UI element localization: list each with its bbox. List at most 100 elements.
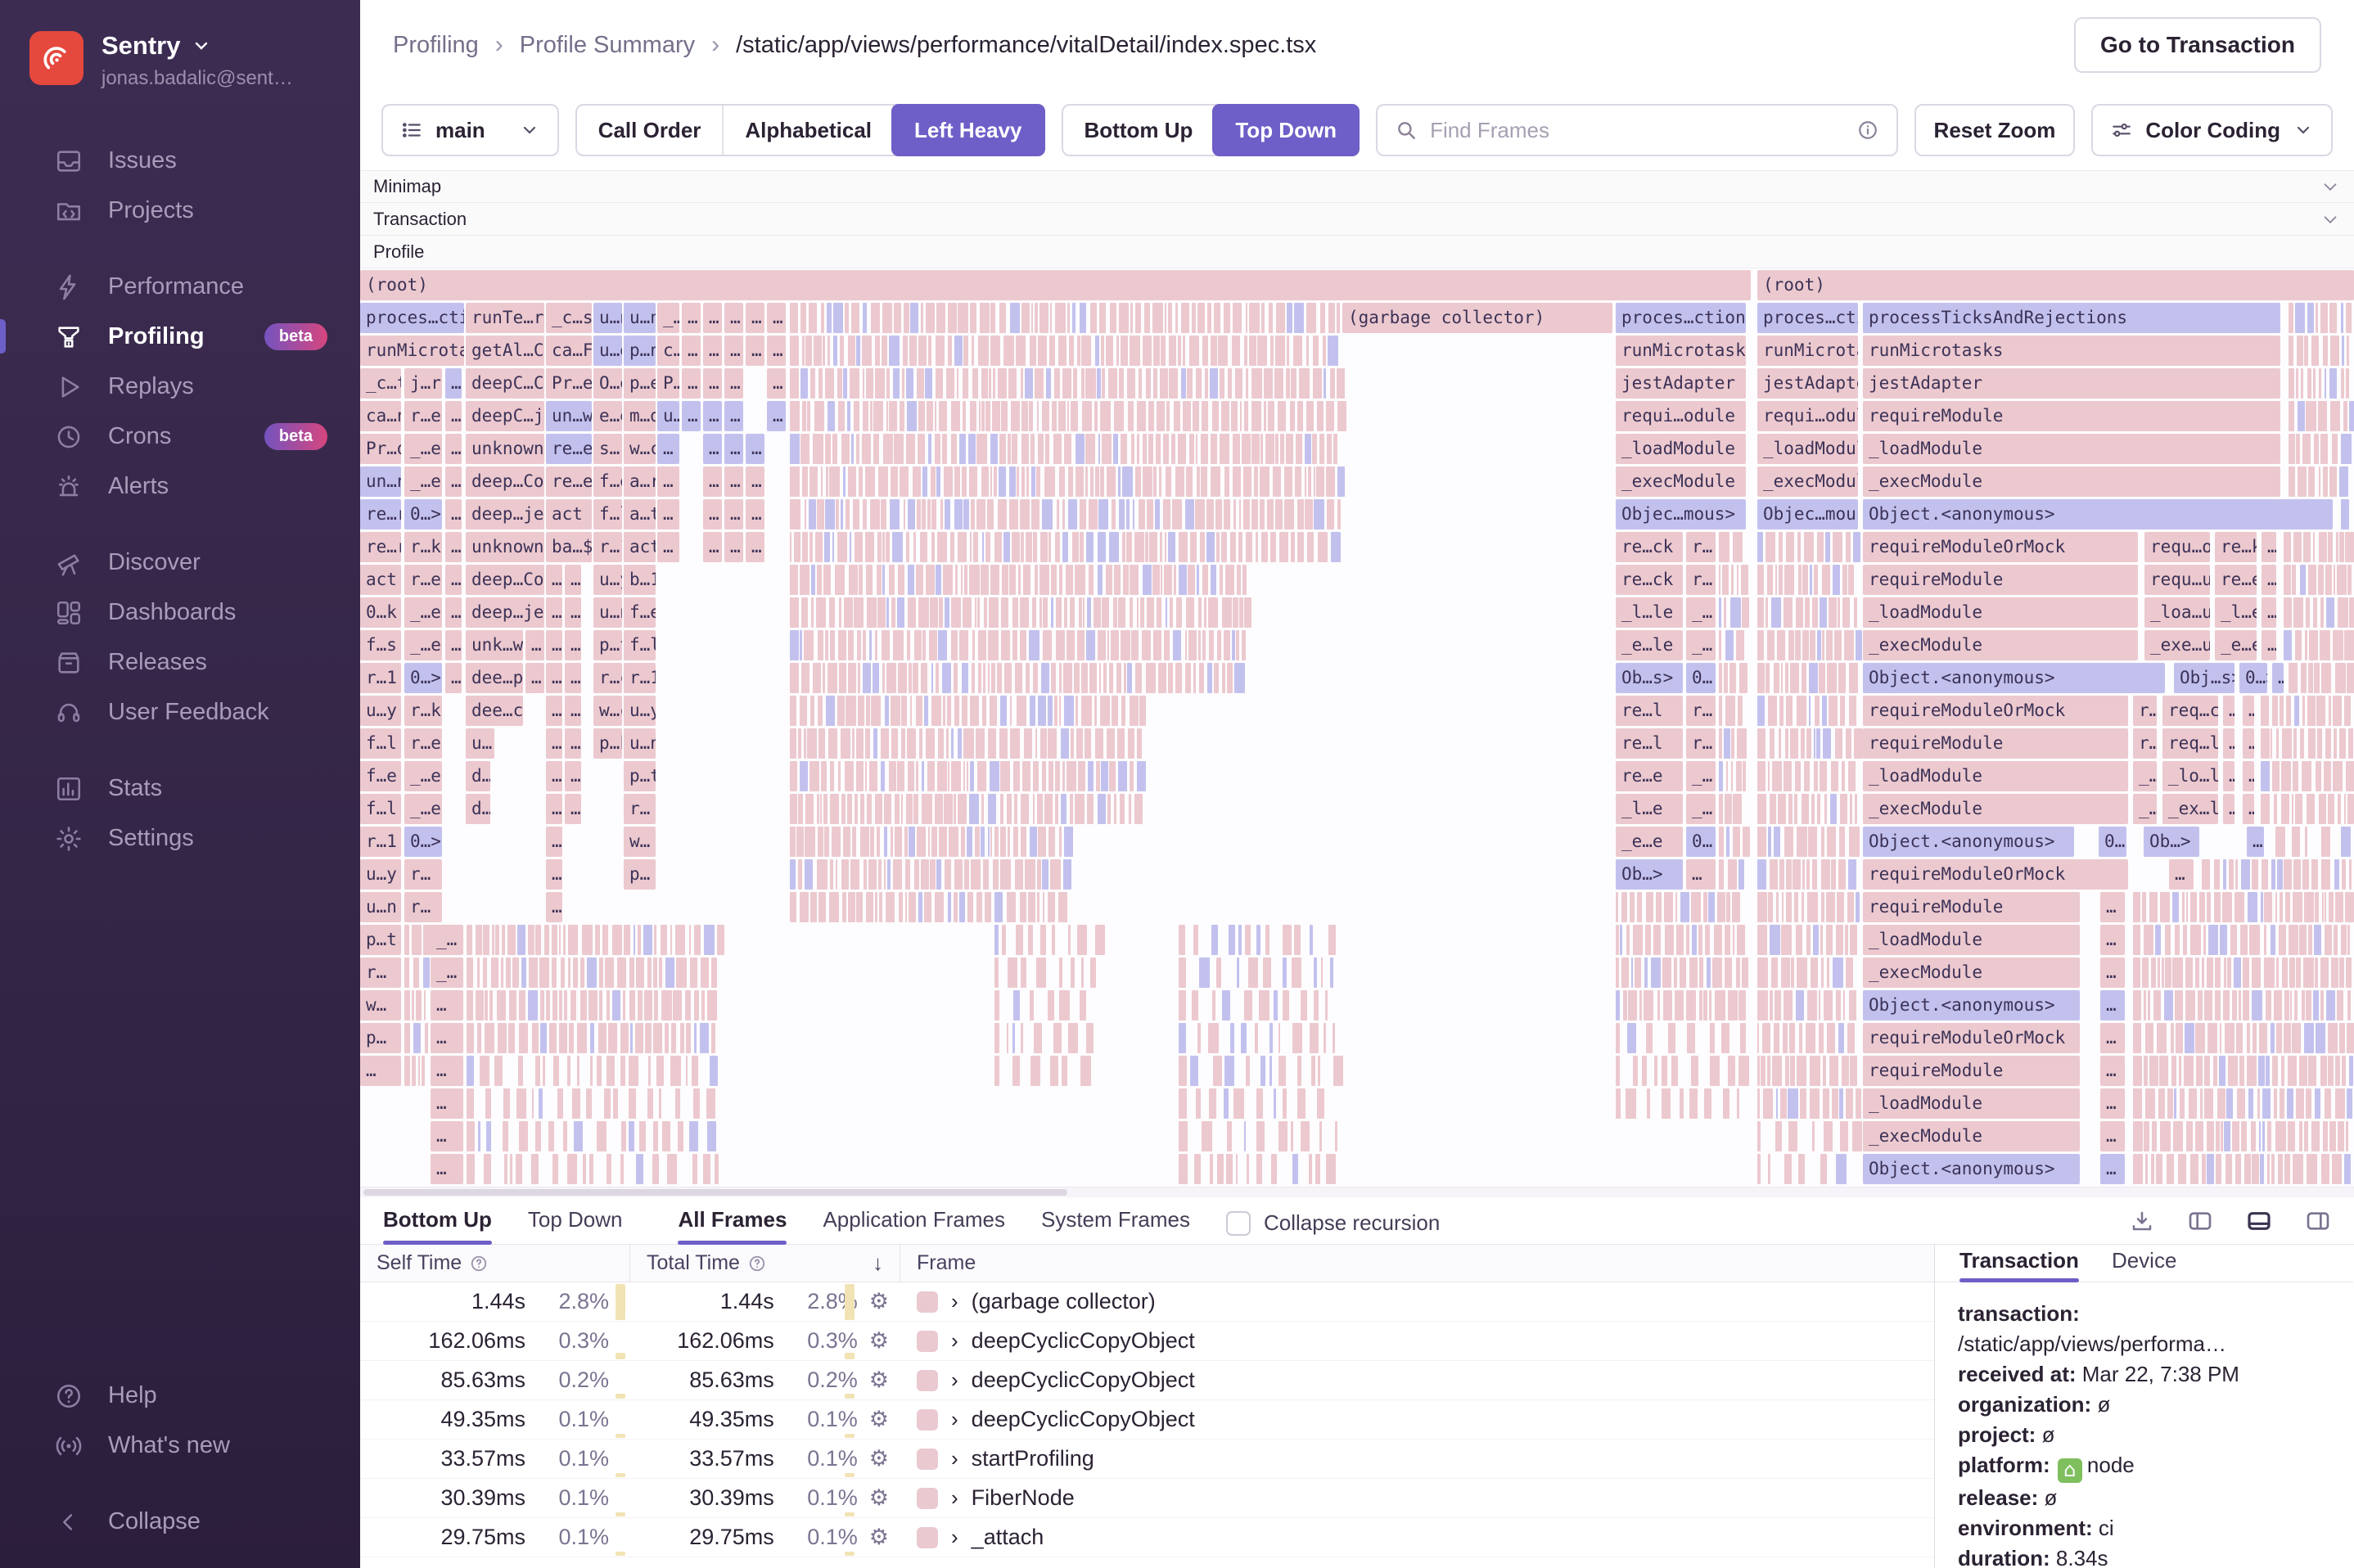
flamegraph-frame[interactable] bbox=[494, 1056, 503, 1086]
flamegraph-frame[interactable] bbox=[1710, 1023, 1715, 1053]
flamegraph-frame[interactable] bbox=[1306, 336, 1309, 366]
flamegraph-frame[interactable] bbox=[1058, 696, 1061, 726]
flamegraph-frame[interactable] bbox=[870, 499, 880, 529]
flamegraph-frame[interactable] bbox=[1210, 336, 1217, 366]
flamegraph-frame[interactable] bbox=[2304, 1023, 2315, 1053]
flamegraph-frame[interactable] bbox=[2327, 794, 2334, 824]
flamegraph-frame[interactable] bbox=[1147, 499, 1153, 529]
flamegraph-frame[interactable] bbox=[828, 401, 835, 431]
flamegraph-frame[interactable] bbox=[1172, 499, 1182, 529]
flamegraph-frame[interactable] bbox=[863, 401, 868, 431]
flamegraph-frame[interactable] bbox=[2308, 925, 2312, 955]
flamegraph-frame[interactable] bbox=[1232, 434, 1240, 464]
flamegraph-frame[interactable]: requireModuleOrMock bbox=[1863, 1023, 2080, 1053]
flamegraph-frame[interactable] bbox=[1804, 761, 1810, 791]
flamegraph-frame[interactable] bbox=[1775, 892, 1779, 922]
flamegraph-frame[interactable] bbox=[828, 597, 835, 628]
flamegraph-frame[interactable] bbox=[2338, 1023, 2345, 1053]
flamegraph-frame[interactable] bbox=[1019, 630, 1027, 660]
flamegraph-frame[interactable] bbox=[1087, 597, 1091, 628]
flamegraph-frame[interactable] bbox=[1179, 925, 1186, 955]
flamegraph-frame[interactable] bbox=[931, 827, 937, 857]
flamegraph-frame[interactable]: re…ck bbox=[1616, 532, 1683, 562]
flamegraph-frame[interactable] bbox=[1786, 892, 1793, 922]
flamegraph-frame[interactable] bbox=[1260, 434, 1263, 464]
flamegraph-frame[interactable] bbox=[1269, 1056, 1273, 1086]
flamegraph-frame[interactable] bbox=[1003, 336, 1014, 366]
flamegraph-frame[interactable] bbox=[1179, 1056, 1187, 1086]
flamegraph-frame[interactable] bbox=[2293, 761, 2298, 791]
flamegraph-frame[interactable] bbox=[940, 499, 943, 529]
flamegraph-frame[interactable] bbox=[906, 368, 913, 399]
flamegraph-frame[interactable]: … bbox=[767, 401, 786, 431]
flamegraph-frame[interactable] bbox=[1728, 990, 1738, 1021]
flamegraph-frame[interactable] bbox=[1013, 990, 1020, 1021]
flamegraph-frame[interactable] bbox=[1161, 565, 1163, 595]
flamegraph-frame[interactable]: r…k bbox=[404, 532, 442, 562]
flamegraph-frame[interactable] bbox=[1283, 1088, 1287, 1119]
flamegraph-frame[interactable] bbox=[1223, 303, 1231, 333]
flamegraph-frame[interactable] bbox=[1328, 925, 1336, 955]
flamegraph-frame[interactable] bbox=[2284, 1154, 2291, 1184]
flamegraph-frame[interactable] bbox=[895, 794, 900, 824]
flamegraph-frame[interactable] bbox=[1215, 532, 1220, 562]
frame-cell[interactable]: › deepCyclicCopyObject bbox=[900, 1361, 1934, 1400]
flamegraph-frame[interactable] bbox=[957, 794, 967, 824]
flamegraph-frame[interactable] bbox=[922, 466, 928, 497]
section-header-minimap[interactable]: Minimap bbox=[360, 170, 2354, 203]
flamegraph-frame[interactable] bbox=[945, 597, 949, 628]
flamegraph-frame[interactable] bbox=[854, 597, 864, 628]
flamegraph-frame[interactable] bbox=[633, 925, 635, 955]
flamegraph-frame[interactable] bbox=[620, 1154, 624, 1184]
flamegraph-frame[interactable] bbox=[467, 1121, 475, 1151]
flamegraph-frame[interactable] bbox=[1177, 336, 1181, 366]
flamegraph-frame[interactable] bbox=[2302, 761, 2312, 791]
flamegraph-frame[interactable] bbox=[2185, 990, 2196, 1021]
flamegraph-frame[interactable] bbox=[1274, 1088, 1277, 1119]
flamegraph-frame[interactable] bbox=[1114, 401, 1124, 431]
flamegraph-frame[interactable] bbox=[1040, 925, 1046, 955]
flamegraph-frame[interactable] bbox=[1254, 466, 1259, 497]
flamegraph-frame[interactable] bbox=[2311, 1121, 2320, 1151]
flamegraph-frame[interactable] bbox=[1316, 466, 1325, 497]
flamegraph-frame[interactable] bbox=[2153, 990, 2161, 1021]
flamegraph-frame[interactable] bbox=[693, 990, 700, 1021]
flamegraph-frame[interactable] bbox=[1741, 565, 1748, 595]
flamegraph-frame[interactable] bbox=[1012, 1023, 1015, 1053]
flamegraph-frame[interactable] bbox=[1256, 925, 1261, 955]
flamegraph-frame[interactable]: … bbox=[2262, 532, 2276, 562]
flamegraph-frame[interactable] bbox=[1762, 1088, 1773, 1119]
flamegraph-frame[interactable]: p…e bbox=[624, 368, 656, 399]
flamegraph-frame[interactable] bbox=[1183, 401, 1191, 431]
flamegraph-frame[interactable] bbox=[1779, 728, 1782, 759]
org-header[interactable]: Sentry jonas.badalic@sent… bbox=[0, 0, 360, 90]
flamegraph-frame[interactable] bbox=[1285, 368, 1290, 399]
flamegraph-frame[interactable] bbox=[1036, 794, 1044, 824]
flamegraph-frame[interactable]: m…d bbox=[624, 401, 656, 431]
flamegraph-frame[interactable] bbox=[1030, 434, 1035, 464]
flamegraph-frame[interactable] bbox=[2323, 336, 2329, 366]
flamegraph-frame[interactable] bbox=[590, 1023, 595, 1053]
flamegraph-frame[interactable] bbox=[955, 565, 958, 595]
flamegraph-frame[interactable]: _e…e bbox=[1616, 827, 1683, 857]
flamegraph-frame[interactable]: runMicrotasks bbox=[1863, 336, 2280, 366]
flamegraph-frame[interactable]: u…n bbox=[593, 597, 622, 628]
flamegraph-frame[interactable] bbox=[2346, 761, 2354, 791]
flamegraph-frame[interactable] bbox=[1855, 1088, 1861, 1119]
flamegraph-frame[interactable] bbox=[1810, 630, 1815, 660]
flamegraph-frame[interactable]: _loadModule bbox=[1757, 434, 1858, 464]
flamegraph-frame[interactable] bbox=[871, 303, 881, 333]
flamegraph-frame[interactable] bbox=[1211, 925, 1218, 955]
flamegraph-frame[interactable] bbox=[1781, 892, 1784, 922]
flamegraph-frame[interactable]: 0…> bbox=[2239, 663, 2267, 693]
flamegraph-frame[interactable] bbox=[489, 990, 494, 1021]
flamegraph-frame[interactable] bbox=[810, 597, 814, 628]
flamegraph-frame[interactable] bbox=[855, 532, 863, 562]
flamegraph-frame[interactable] bbox=[926, 303, 936, 333]
flamegraph-frame[interactable] bbox=[1766, 663, 1770, 693]
flamegraph-frame[interactable] bbox=[2223, 990, 2230, 1021]
flamegraph-frame[interactable] bbox=[954, 499, 963, 529]
flamegraph-frame[interactable] bbox=[942, 696, 945, 726]
flamegraph-frame[interactable] bbox=[1025, 663, 1030, 693]
flamegraph-frame[interactable] bbox=[939, 401, 947, 431]
